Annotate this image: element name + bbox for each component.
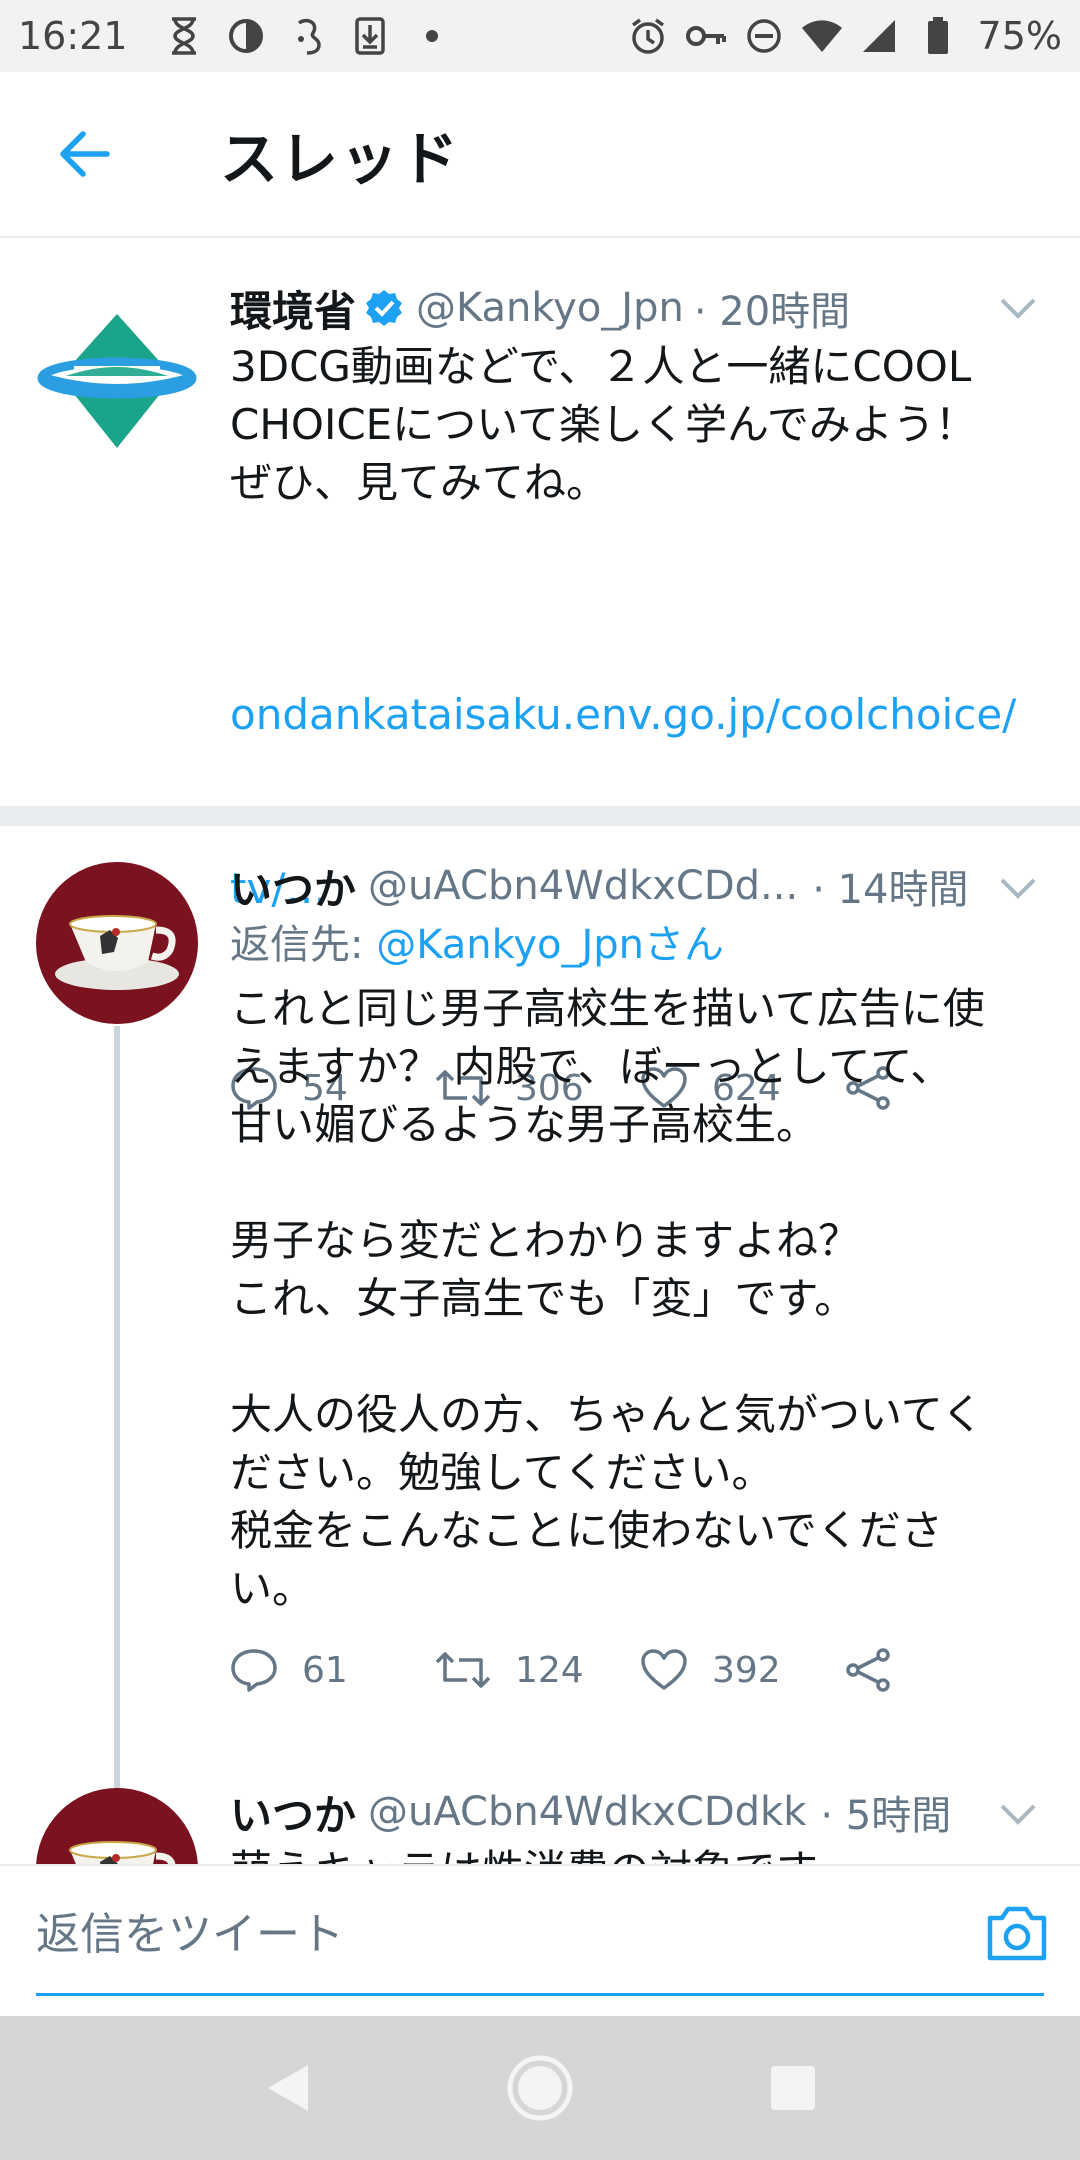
tweet-actions: 61 124 392: [230, 1640, 1050, 1700]
share-button[interactable]: [845, 1648, 1050, 1692]
nav-home-button[interactable]: [500, 2048, 580, 2128]
do-not-disturb-icon: [742, 14, 786, 58]
reply-composer: 返信をツイート: [0, 1864, 1080, 2014]
reply-button[interactable]: 61: [230, 1648, 435, 1692]
reply-to: 返信先: @Kankyo_Jpnさん: [230, 916, 1050, 974]
like-button[interactable]: 392: [640, 1648, 845, 1692]
tweet-body: いつか @uACbn4WdkxCDd... · 14時間 返信先: @Kanky…: [230, 856, 1050, 1700]
teacup-avatar-icon: [36, 1788, 198, 1864]
thread-line: [114, 1026, 120, 1864]
tweet-time: · 14時間: [812, 867, 969, 913]
nav-recents-button[interactable]: [753, 2048, 833, 2128]
avatar[interactable]: [36, 862, 198, 1024]
back-button[interactable]: [44, 114, 124, 194]
display-name[interactable]: いつか: [230, 856, 356, 917]
reply-icon: [231, 1649, 277, 1692]
app-header: スレッド: [0, 72, 1080, 238]
tweet-text: 萌えキャラは性消費の対象です: [230, 1842, 1050, 1864]
chevron-down-icon[interactable]: [996, 1792, 1040, 1836]
display-name[interactable]: いつか: [230, 1782, 356, 1843]
system-nav-bar: [0, 2016, 1080, 2160]
tweet-text: これと同じ男子高校生を描いて広告に使 えますか？ 内股で、ぼーっとしてて、 甘い…: [230, 984, 985, 1613]
nav-back-button[interactable]: [247, 2048, 327, 2128]
nav-home-icon: [507, 2055, 573, 2121]
heart-icon: [641, 1649, 687, 1690]
status-time: 16:21: [18, 14, 128, 58]
ministry-logo-icon: [36, 300, 198, 462]
user-handle: @uACbn4WdkxCDdkk: [368, 1789, 807, 1835]
tweet-header: いつか @uACbn4WdkxCDdkk · 5時間: [230, 1782, 1050, 1842]
dot-icon: [410, 14, 454, 58]
camera-icon: [987, 1906, 1047, 1961]
tweet-header: いつか @uACbn4WdkxCDd... · 14時間: [230, 856, 1050, 916]
tweet-time: · 20時間: [693, 289, 851, 335]
tweet[interactable]: いつか @uACbn4WdkxCDd... · 14時間 返信先: @Kanky…: [0, 826, 1080, 1864]
reply-input[interactable]: 返信をツイート: [36, 1866, 1044, 1996]
tweet-header: 環境省 @Kankyo_Jpn · 20時間: [230, 278, 1050, 338]
alarm-icon: [626, 14, 670, 58]
reply-to-label: 返信先:: [230, 922, 377, 968]
reply-count: 61: [302, 1649, 348, 1691]
avatar[interactable]: [36, 1788, 198, 1864]
user-handle: @Kankyo_Jpn: [416, 285, 684, 331]
tweet-divider: [0, 806, 1080, 826]
arrow-left-icon: [60, 131, 110, 177]
tweet-body: いつか @uACbn4WdkxCDdkk · 5時間 萌えキャラは性消費の対象で…: [230, 1782, 1050, 1864]
camera-button[interactable]: [984, 1904, 1050, 1964]
wifi-icon: [800, 14, 844, 58]
vpn-key-icon: [684, 14, 728, 58]
tweet[interactable]: 環境省 @Kankyo_Jpn · 20時間 3DCG動画などで、２人と一緒にC…: [0, 240, 1080, 1110]
page-title: スレッド: [220, 125, 461, 193]
avatar[interactable]: [36, 300, 198, 462]
battery-percent: 75%: [977, 14, 1062, 58]
retweet-icon: [435, 1652, 491, 1688]
data-saver-icon: [224, 14, 268, 58]
tweet-text: 3DCG動画などで、２人と一緒にCOOL CHOICEについて楽しく学んでみよう…: [230, 342, 977, 507]
chevron-down-icon[interactable]: [996, 286, 1040, 330]
share-icon: [846, 1648, 890, 1692]
nav-recents-icon: [771, 2066, 816, 2110]
teacup-avatar-icon: [36, 862, 198, 1024]
tweet[interactable]: いつか @uACbn4WdkxCDdkk · 5時間 萌えキャラは性消費の対象で…: [0, 1770, 1080, 1864]
download-icon: [348, 14, 392, 58]
tweet-time: · 5時間: [820, 1793, 952, 1839]
nav-back-icon: [267, 2065, 308, 2111]
display-name[interactable]: 環境省: [230, 278, 356, 339]
verified-badge-icon: [364, 288, 404, 328]
status-right-icons: 75%: [626, 14, 1062, 58]
tweet-link-line1[interactable]: ondankataisaku.env.go.jp/coolchoice/: [230, 686, 1050, 744]
cell-signal-icon: [858, 14, 902, 58]
assistant-icon: [286, 14, 330, 58]
like-count: 392: [712, 1649, 781, 1691]
thread-feed[interactable]: 環境省 @Kankyo_Jpn · 20時間 3DCG動画などで、２人と一緒にC…: [0, 240, 1080, 1864]
user-handle: @uACbn4WdkxCDd...: [368, 863, 799, 909]
chevron-down-icon[interactable]: [996, 866, 1040, 910]
retweet-count: 124: [515, 1649, 584, 1691]
reply-placeholder[interactable]: 返信をツイート: [36, 1898, 344, 1962]
reply-to-mention[interactable]: @Kankyo_Jpnさん: [376, 922, 724, 968]
hourglass-icon: [162, 14, 206, 58]
status-bar: 16:21 75%: [0, 0, 1080, 72]
retweet-button[interactable]: 124: [435, 1650, 640, 1691]
battery-icon: [916, 14, 960, 58]
